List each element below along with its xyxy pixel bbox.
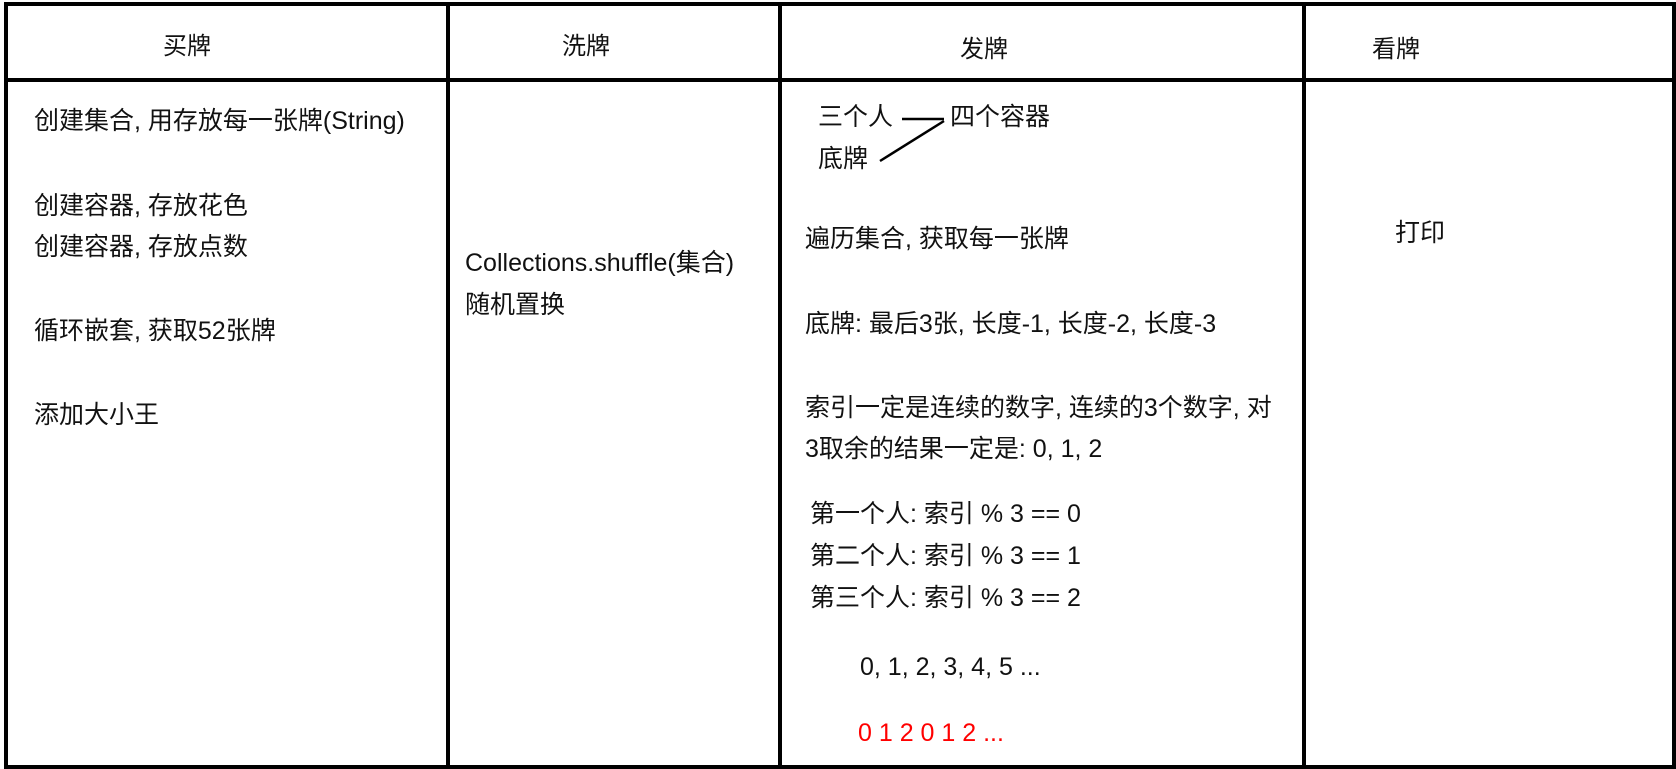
- connector-line-bottom: [879, 119, 945, 163]
- connector-lines: [879, 117, 945, 163]
- deal-index-note-line1: 索引一定是连续的数字, 连续的3个数字, 对: [805, 394, 1272, 422]
- deal-traverse-collection: 遍历集合, 获取每一张牌: [805, 225, 1069, 253]
- deal-person-one-rule: 第一个人: 索引 % 3 == 0: [810, 500, 1081, 528]
- deal-index-note-line2: 3取余的结果一定是: 0, 1, 2: [805, 435, 1103, 463]
- deal-person-two-rule: 第二个人: 索引 % 3 == 1: [810, 542, 1081, 570]
- flow-table: 买牌 洗牌 发牌 看牌 创建集合, 用存放每一张牌(String) 创建容器, …: [0, 0, 1676, 769]
- deal-person-three-rule: 第三个人: 索引 % 3 == 2: [810, 584, 1081, 612]
- deal-index-sequence: 0, 1, 2, 3, 4, 5 ...: [860, 653, 1041, 681]
- deal-remainder-sequence: 0 1 2 0 1 2 ...: [858, 719, 1004, 747]
- view-print: 打印: [1395, 219, 1446, 247]
- deal-bottom-rule: 底牌: 最后3张, 长度-1, 长度-2, 长度-3: [805, 310, 1217, 338]
